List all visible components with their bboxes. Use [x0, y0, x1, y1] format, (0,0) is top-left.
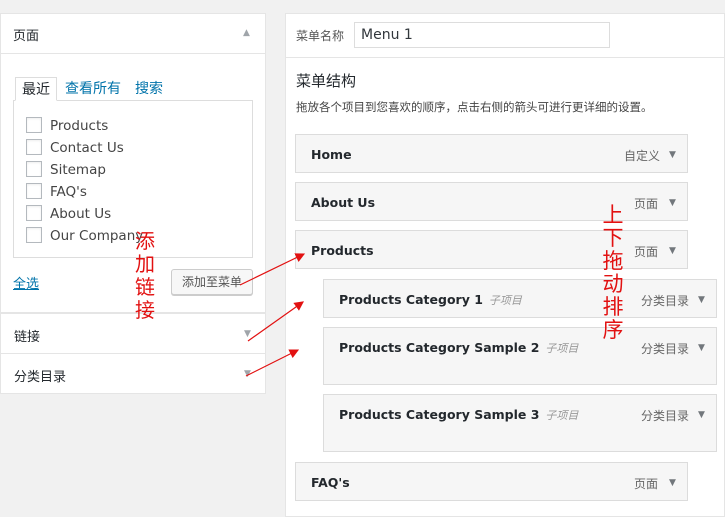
annotation-arrow [245, 349, 300, 377]
annotation-add-link: 添加链接 [135, 229, 155, 322]
annotation-arrow [247, 301, 304, 342]
tab-recent[interactable]: 最近 [15, 77, 57, 101]
annotation-drag-sort: 上下拖动排序 [602, 203, 624, 342]
annotation-arrow [239, 253, 306, 286]
